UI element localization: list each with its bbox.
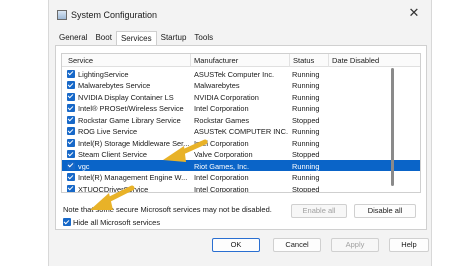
list-item[interactable]: Steam Client Service Valve Corporation S…: [62, 149, 420, 160]
service-status: Running: [292, 104, 320, 113]
service-checkbox[interactable]: [67, 150, 75, 158]
service-manufacturer: Intel Corporation: [194, 173, 249, 182]
enable-all-button[interactable]: Enable all: [291, 204, 347, 218]
service-checkbox[interactable]: [67, 127, 75, 135]
service-status: Running: [292, 138, 320, 148]
service-status: Running: [292, 173, 320, 182]
hide-microsoft-services-label: Hide all Microsoft services: [73, 218, 161, 227]
apply-button[interactable]: Apply: [331, 238, 379, 252]
cancel-button[interactable]: Cancel: [273, 238, 321, 252]
service-checkbox[interactable]: [67, 184, 75, 192]
service-checkbox[interactable]: [67, 161, 75, 170]
service-name: LightingService: [78, 69, 129, 79]
service-name: Rockstar Game Library Service: [78, 115, 181, 125]
service-name: Intel® PROSet/Wireless Service: [78, 104, 184, 113]
service-name: Malwarebytes Service: [78, 81, 151, 90]
service-status: Stopped: [292, 150, 320, 159]
service-name: Steam Client Service: [78, 150, 148, 159]
close-button[interactable]: ✕: [407, 6, 421, 20]
services-list[interactable]: Service Manufacturer Status Date Disable…: [61, 53, 421, 193]
column-header-date-disabled[interactable]: Date Disabled: [332, 56, 379, 65]
column-header-status[interactable]: Status: [293, 56, 314, 65]
service-status: Running: [292, 127, 320, 136]
disable-all-button[interactable]: Disable all: [354, 204, 416, 218]
service-checkbox[interactable]: [67, 81, 75, 89]
service-name: vgc: [78, 161, 90, 171]
service-manufacturer: Riot Games, Inc.: [194, 161, 250, 171]
service-checkbox[interactable]: [67, 92, 75, 101]
list-header: Service Manufacturer Status Date Disable…: [62, 54, 420, 67]
service-status: Stopped: [292, 115, 320, 125]
service-name: XTUOCDriverService: [78, 184, 149, 193]
tab-boot[interactable]: Boot: [91, 31, 115, 45]
tab-strip: General Boot Services Startup Tools: [55, 31, 217, 45]
list-item[interactable]: NVIDIA Display Container LS NVIDIA Corpo…: [62, 91, 420, 102]
column-divider: [289, 54, 290, 67]
list-item[interactable]: XTUOCDriverService Intel Corporation Sto…: [62, 183, 420, 193]
service-name: Intel(R) Management Engine W...: [78, 173, 188, 182]
service-checkbox[interactable]: [67, 173, 75, 181]
service-manufacturer: NVIDIA Corporation: [194, 92, 259, 102]
service-manufacturer: Intel Corporation: [194, 104, 249, 113]
window-title: System Configuration: [71, 10, 158, 20]
hide-microsoft-services-checkbox[interactable]: [63, 218, 71, 226]
service-manufacturer: Intel Corporation: [194, 184, 249, 193]
service-manufacturer: Valve Corporation: [194, 150, 253, 159]
service-status: Stopped: [292, 184, 320, 193]
title-bar: System Configuration ✕: [49, 0, 431, 30]
service-manufacturer: ASUSTek Computer Inc.: [194, 69, 275, 79]
service-checkbox[interactable]: [67, 138, 75, 147]
column-header-service[interactable]: Service: [68, 56, 93, 65]
service-status: Running: [292, 161, 320, 171]
service-manufacturer: Malwarebytes: [194, 81, 240, 90]
list-item-selected[interactable]: vgc Riot Games, Inc. Running: [62, 160, 420, 172]
list-item[interactable]: Intel(R) Management Engine W... Intel Co…: [62, 172, 420, 183]
tab-services[interactable]: Services: [115, 31, 157, 45]
column-header-manufacturer[interactable]: Manufacturer: [194, 56, 238, 65]
service-name: Intel(R) Storage Middleware Ser...: [78, 138, 190, 148]
service-manufacturer: Rockstar Games: [194, 115, 250, 125]
column-divider: [328, 54, 329, 67]
service-status: Running: [292, 81, 320, 90]
system-configuration-icon: [57, 10, 67, 20]
service-name: NVIDIA Display Container LS: [78, 92, 174, 102]
service-status: Running: [292, 69, 320, 79]
list-item[interactable]: Rockstar Game Library Service Rockstar G…: [62, 114, 420, 125]
column-divider: [190, 54, 191, 67]
list-item[interactable]: Intel(R) Storage Middleware Ser... Intel…: [62, 137, 420, 148]
system-configuration-window: System Configuration ✕ General Boot Serv…: [48, 0, 432, 266]
service-checkbox[interactable]: [67, 69, 75, 78]
service-name: ROG Live Service: [78, 127, 138, 136]
tab-startup[interactable]: Startup: [157, 31, 191, 45]
microsoft-services-note: Note that some secure Microsoft services…: [63, 205, 272, 214]
list-scrollbar[interactable]: [391, 68, 394, 186]
service-checkbox[interactable]: [67, 115, 75, 124]
list-item[interactable]: ROG Live Service ASUSTeK COMPUTER INC. R…: [62, 126, 420, 137]
tab-general[interactable]: General: [55, 31, 91, 45]
list-item[interactable]: Malwarebytes Service Malwarebytes Runnin…: [62, 80, 420, 91]
list-item[interactable]: LightingService ASUSTek Computer Inc. Ru…: [62, 68, 420, 79]
service-status: Running: [292, 92, 320, 102]
service-manufacturer: Intel Corporation: [194, 138, 249, 148]
service-manufacturer: ASUSTeK COMPUTER INC.: [194, 127, 289, 136]
tab-tools[interactable]: Tools: [190, 31, 217, 45]
list-item[interactable]: Intel® PROSet/Wireless Service Intel Cor…: [62, 103, 420, 114]
ok-button[interactable]: OK: [212, 238, 260, 252]
help-button[interactable]: Help: [389, 238, 429, 252]
service-checkbox[interactable]: [67, 104, 75, 112]
